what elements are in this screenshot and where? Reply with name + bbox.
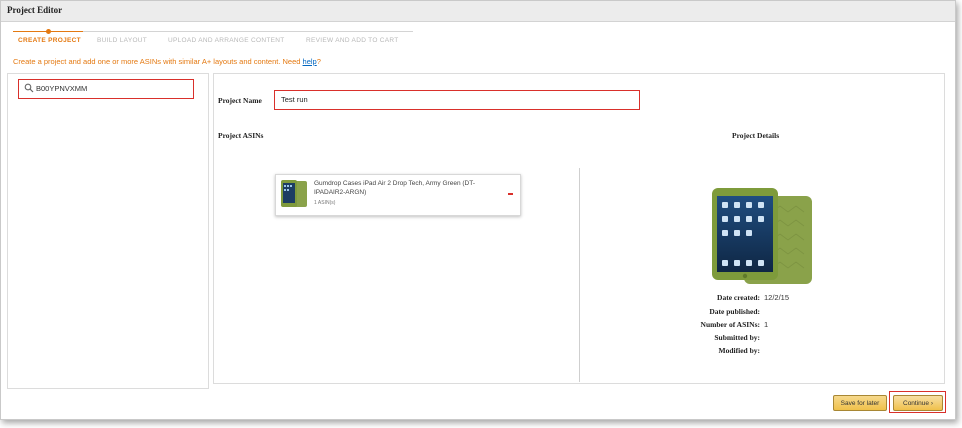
detail-value: 1	[764, 320, 769, 329]
project-panel: Project Name Test run Project ASINs Proj…	[213, 73, 945, 384]
product-image	[712, 188, 812, 284]
asin-search-panel: B00YPNVXMM	[7, 73, 209, 389]
search-value: B00YPNVXMM	[36, 84, 88, 93]
help-link[interactable]: help	[303, 57, 317, 66]
project-name-label: Project Name	[218, 96, 262, 105]
asin-count: 1 ASIN(s)	[314, 200, 336, 206]
window-title: Project Editor	[7, 5, 63, 15]
step-upload-content[interactable]: UPLOAD AND ARRANGE CONTENT	[168, 37, 285, 44]
instructions-suffix: ?	[316, 57, 321, 66]
step-review-cart[interactable]: REVIEW AND ADD TO CART	[306, 37, 399, 44]
project-editor-window: Project Editor CREATE PROJECT BUILD LAYO…	[0, 0, 956, 420]
instructions-text: Create a project and add one or more ASI…	[13, 57, 303, 66]
project-details-heading: Project Details	[732, 131, 780, 140]
step-create-project[interactable]: CREATE PROJECT	[18, 37, 81, 44]
asin-search-input[interactable]: B00YPNVXMM	[18, 79, 194, 99]
detail-key: Submitted by:	[714, 333, 760, 342]
project-asins-heading: Project ASINs	[218, 131, 264, 140]
product-thumbnail	[281, 180, 307, 207]
detail-key: Date created:	[717, 293, 760, 302]
title-bar: Project Editor	[1, 1, 955, 22]
project-name-input[interactable]: Test run	[274, 90, 640, 110]
detail-key: Date published:	[709, 307, 760, 316]
asin-card[interactable]: Gumdrop Cases iPad Air 2 Drop Tech, Army…	[275, 174, 521, 216]
step-build-layout[interactable]: BUILD LAYOUT	[97, 37, 147, 44]
detail-value: 12/2/15	[764, 293, 790, 302]
current-step-marker	[46, 29, 51, 34]
remove-icon[interactable]	[508, 193, 513, 195]
asin-title: Gumdrop Cases iPad Air 2 Drop Tech, Army…	[314, 180, 475, 196]
search-icon	[24, 83, 34, 93]
detail-key: Number of ASINs:	[700, 320, 760, 329]
save-for-later-button[interactable]: Save for later	[833, 395, 887, 411]
project-name-value: Test run	[281, 95, 308, 104]
continue-button[interactable]: Continue ›	[893, 395, 943, 411]
instructions: Create a project and add one or more ASI…	[13, 57, 321, 66]
panel-divider	[579, 168, 580, 382]
detail-key: Modified by:	[718, 346, 760, 355]
progress-steps: CREATE PROJECT BUILD LAYOUT UPLOAD AND A…	[1, 29, 955, 51]
